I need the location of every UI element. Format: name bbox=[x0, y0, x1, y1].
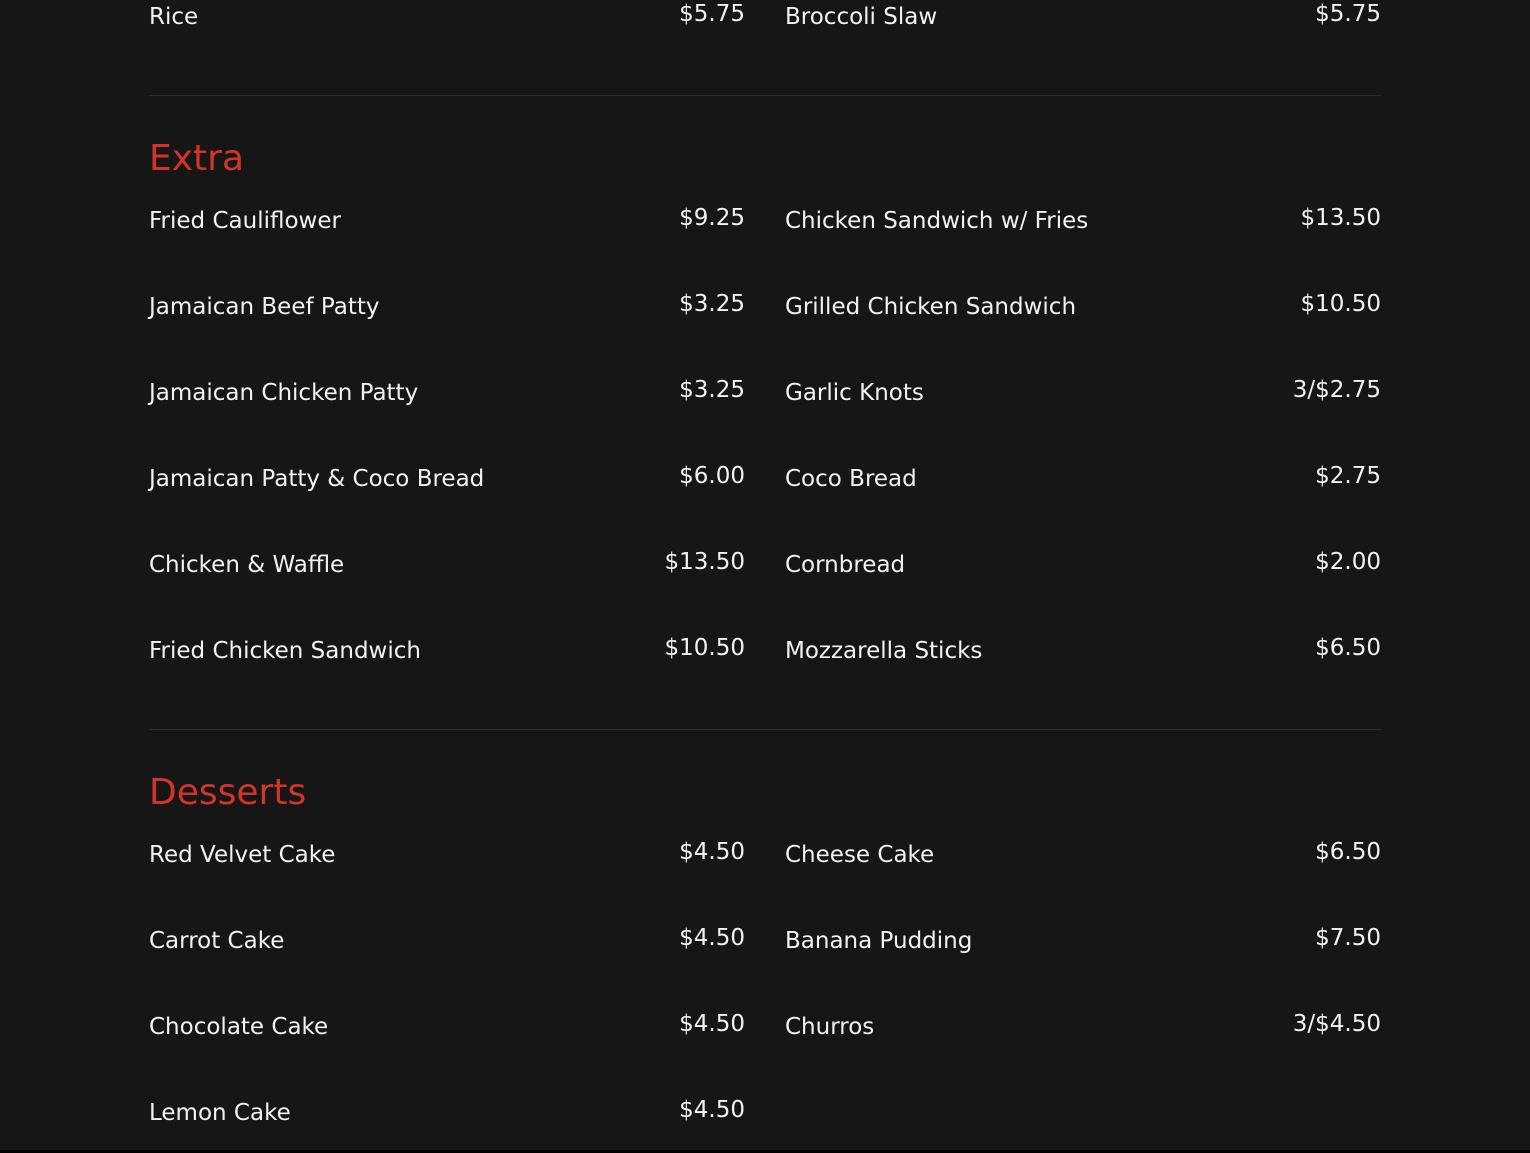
menu-item-name: Broccoli Slaw bbox=[785, 4, 938, 30]
menu-item-name: Jamaican Beef Patty bbox=[149, 294, 380, 320]
menu-item: Jamaican Patty & Coco Bread $6.00 bbox=[149, 463, 745, 504]
section-divider bbox=[149, 729, 1381, 730]
menu-item: Grilled Chicken Sandwich $10.50 bbox=[785, 291, 1381, 332]
menu-item-price: $10.50 bbox=[1300, 291, 1381, 317]
menu-item: Chicken & Waffle $13.50 bbox=[149, 549, 745, 590]
menu-item: Jamaican Chicken Patty $3.25 bbox=[149, 377, 745, 418]
menu-item-name: Fried Chicken Sandwich bbox=[149, 638, 421, 664]
menu-item-price: $5.75 bbox=[679, 1, 745, 27]
menu-item: Lemon Cake $4.50 bbox=[149, 1097, 745, 1138]
menu-item-name: Chicken & Waffle bbox=[149, 552, 345, 578]
menu-item-name: Jamaican Patty & Coco Bread bbox=[149, 466, 485, 492]
menu-item-name: Carrot Cake bbox=[149, 928, 285, 954]
menu-item: Carrot Cake $4.50 bbox=[149, 925, 745, 966]
menu-item: Mozzarella Sticks $6.50 bbox=[785, 635, 1381, 676]
menu-item: Cornbread $2.00 bbox=[785, 549, 1381, 590]
menu-item-name: Red Velvet Cake bbox=[149, 842, 336, 868]
menu-item-price: $2.75 bbox=[1315, 463, 1381, 489]
menu-item-name: Chocolate Cake bbox=[149, 1014, 329, 1040]
menu-item-name: Rice bbox=[149, 4, 199, 30]
menu-item: Fried Chicken Sandwich $10.50 bbox=[149, 635, 745, 676]
menu-item: Red Velvet Cake $4.50 bbox=[149, 839, 745, 880]
menu-item: Chocolate Cake $4.50 bbox=[149, 1011, 745, 1052]
menu-item: Cheese Cake $6.50 bbox=[785, 839, 1381, 880]
menu-item-name: Lemon Cake bbox=[149, 1100, 291, 1126]
menu-item: Chicken Sandwich w/ Fries $13.50 bbox=[785, 205, 1381, 246]
menu-item: Jamaican Beef Patty $3.25 bbox=[149, 291, 745, 332]
menu-item-price: $4.50 bbox=[679, 925, 745, 951]
menu-item-name: Mozzarella Sticks bbox=[785, 638, 983, 664]
menu-item: Broccoli Slaw $5.75 bbox=[785, 1, 1381, 42]
menu-item-price: $6.50 bbox=[1315, 635, 1381, 661]
menu-item-price: $4.50 bbox=[679, 1097, 745, 1123]
menu-item-price: $13.50 bbox=[1300, 205, 1381, 231]
menu-item-name: Churros bbox=[785, 1014, 875, 1040]
menu-item-price: $4.50 bbox=[679, 839, 745, 865]
menu-item: Fried Cauliflower $9.25 bbox=[149, 205, 745, 246]
menu-item-name: Cheese Cake bbox=[785, 842, 935, 868]
menu-item-price: $6.00 bbox=[679, 463, 745, 489]
menu-item-name: Cornbread bbox=[785, 552, 906, 578]
menu-item: Coco Bread $2.75 bbox=[785, 463, 1381, 504]
menu-item-price: $7.50 bbox=[1315, 925, 1381, 951]
menu-item-price: $2.00 bbox=[1315, 549, 1381, 575]
menu-item-name: Jamaican Chicken Patty bbox=[149, 380, 419, 406]
menu-item-name: Banana Pudding bbox=[785, 928, 973, 954]
section-title-extra: Extra bbox=[149, 138, 245, 179]
menu-item-name: Fried Cauliflower bbox=[149, 208, 341, 234]
menu-item-name: Garlic Knots bbox=[785, 380, 924, 406]
menu-item-price: $10.50 bbox=[664, 635, 745, 661]
menu-page: Rice $5.75 Broccoli Slaw $5.75 Extra Fri… bbox=[0, 0, 1530, 1153]
menu-item-price: $5.75 bbox=[1315, 1, 1381, 27]
menu-item-price: $13.50 bbox=[664, 549, 745, 575]
section-divider bbox=[149, 95, 1381, 96]
menu-item-price: $3.25 bbox=[679, 291, 745, 317]
menu-item-name: Coco Bread bbox=[785, 466, 917, 492]
menu-item-name: Chicken Sandwich w/ Fries bbox=[785, 208, 1089, 234]
menu-item-name: Grilled Chicken Sandwich bbox=[785, 294, 1077, 320]
menu-item-price: $3.25 bbox=[679, 377, 745, 403]
menu-item-price: $6.50 bbox=[1315, 839, 1381, 865]
menu-item: Garlic Knots 3/$2.75 bbox=[785, 377, 1381, 418]
menu-item-price: $9.25 bbox=[679, 205, 745, 231]
menu-item: Banana Pudding $7.50 bbox=[785, 925, 1381, 966]
section-title-desserts: Desserts bbox=[149, 772, 307, 813]
menu-item-price: 3/$4.50 bbox=[1292, 1011, 1381, 1037]
menu-item-price: $4.50 bbox=[679, 1011, 745, 1037]
menu-item: Rice $5.75 bbox=[149, 1, 745, 42]
menu-item-price: 3/$2.75 bbox=[1292, 377, 1381, 403]
menu-item: Churros 3/$4.50 bbox=[785, 1011, 1381, 1052]
